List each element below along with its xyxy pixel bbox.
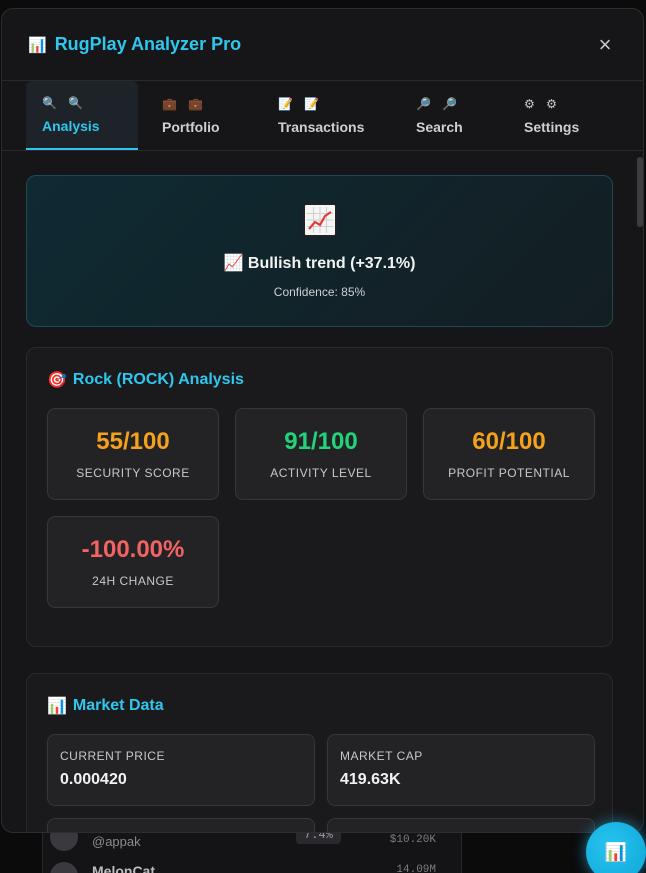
market-cap-value: 419.63K [340, 771, 401, 788]
trend-label: 📈 Bullish trend (+37.1%) [223, 255, 416, 272]
analysis-title: 🎯 Rock (ROCK) Analysis [47, 370, 592, 390]
close-icon[interactable]: × [593, 32, 617, 58]
panel-header: 📊 RugPlay Analyzer Pro × [2, 9, 643, 81]
metric-grid: 55/100 SECURITY SCORE 91/100 ACTIVITY LE… [47, 408, 595, 608]
market-cap-cell: MARKET CAP 419.63K [327, 734, 595, 806]
scrollbar[interactable] [637, 157, 643, 227]
search-icon: 🔎 🔎 [416, 96, 462, 111]
tab-label: Search [416, 118, 463, 135]
current-price-value: 0.000420 [60, 771, 127, 788]
security-score-value: 55/100 [96, 428, 170, 455]
tab-label: Transactions [278, 118, 365, 135]
gear-icon: ⚙ ⚙ [524, 96, 561, 111]
tab-search[interactable]: 🔎 🔎 Search [400, 81, 500, 150]
profit-potential-value: 60/100 [472, 428, 546, 455]
analyzer-panel: 📊 RugPlay Analyzer Pro × 🔍 🔍 Analysis 💼 … [1, 8, 644, 833]
activity-level-label: ACTIVITY LEVEL [270, 466, 372, 480]
tab-portfolio[interactable]: 💼 💼 Portfolio [146, 81, 254, 150]
panel-title-text: RugPlay Analyzer Pro [54, 34, 242, 54]
tab-label: Analysis [42, 117, 100, 134]
security-score-card: 55/100 SECURITY SCORE [47, 408, 219, 500]
market-cap-label: MARKET CAP [340, 749, 423, 763]
tab-label: Settings [524, 118, 580, 135]
chart-icon: 📊 [47, 698, 67, 715]
market-cell [327, 818, 595, 832]
background-handle: @appak [92, 834, 141, 849]
tab-bar: 🔍 🔍 Analysis 💼 💼 Portfolio 📝 📝 Transacti… [2, 81, 643, 151]
chart-increasing-icon [302, 203, 337, 237]
activity-level-card: 91/100 ACTIVITY LEVEL [235, 408, 407, 500]
profit-potential-label: PROFIT POTENTIAL [448, 466, 570, 480]
trend-confidence: Confidence: 85% [273, 285, 366, 299]
briefcase-icon: 💼 💼 [162, 96, 208, 111]
profit-potential-card: 60/100 PROFIT POTENTIAL [423, 408, 595, 500]
tab-transactions[interactable]: 📝 📝 Transactions [262, 81, 392, 150]
tab-settings[interactable]: ⚙ ⚙ Settings [508, 81, 595, 150]
security-score-label: SECURITY SCORE [76, 466, 190, 480]
background-value: $10.20K [389, 834, 436, 846]
chart-icon: 📊 [604, 841, 628, 862]
trend-banner: 📈 Bullish trend (+37.1%) Confidence: 85% [26, 175, 613, 327]
magnifier-icon: 🔍 🔍 [42, 95, 88, 110]
market-data-card: 📊 Market Data CURRENT PRICE 0.000420 MAR… [26, 673, 613, 832]
analysis-content: 📈 Bullish trend (+37.1%) Confidence: 85%… [2, 151, 643, 832]
target-icon: 🎯 [47, 372, 67, 389]
tab-analysis[interactable]: 🔍 🔍 Analysis [26, 81, 138, 150]
market-title: 📊 Market Data [47, 696, 592, 716]
panel-title: 📊 RugPlay Analyzer Pro [28, 34, 241, 55]
tab-label: Portfolio [162, 118, 220, 135]
change-24h-card: -100.00% 24H CHANGE [47, 516, 219, 608]
analysis-title-text: Rock (ROCK) Analysis [72, 371, 244, 388]
market-cell [47, 818, 315, 832]
analysis-card: 🎯 Rock (ROCK) Analysis 55/100 SECURITY S… [26, 347, 613, 647]
change-24h-label: 24H CHANGE [92, 574, 174, 588]
market-grid: CURRENT PRICE 0.000420 MARKET CAP 419.63… [47, 734, 595, 832]
background-name: MelonCat [92, 863, 155, 873]
analyzer-toggle-button[interactable]: 📊 [586, 822, 646, 873]
change-24h-value: -100.00% [81, 536, 185, 563]
chart-icon: 📊 [28, 36, 47, 54]
memo-icon: 📝 📝 [278, 96, 324, 111]
market-title-text: Market Data [72, 697, 164, 714]
background-value: 14.09M [396, 864, 436, 873]
current-price-cell: CURRENT PRICE 0.000420 [47, 734, 315, 806]
activity-level-value: 91/100 [284, 428, 358, 455]
current-price-label: CURRENT PRICE [60, 749, 165, 763]
